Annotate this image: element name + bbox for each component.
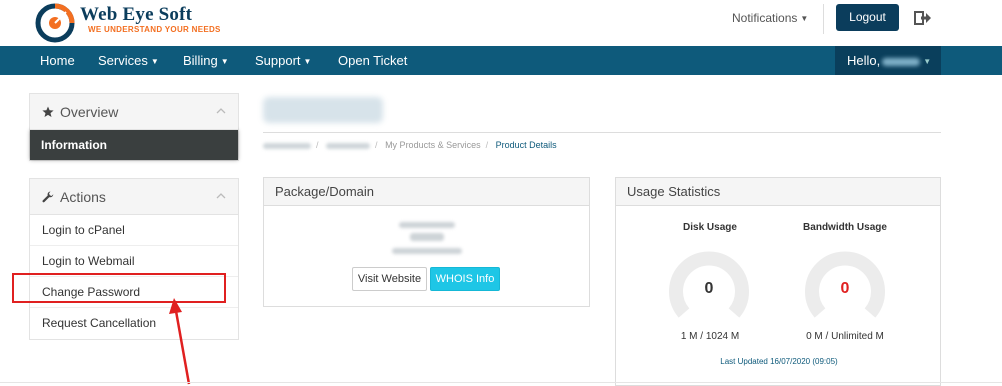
caret-down-icon: ▼ (923, 57, 932, 66)
notifications-label: Notifications (732, 11, 798, 25)
usage-statistics-box: Usage Statistics Disk Usage 0 1 M / 1024… (615, 177, 941, 386)
logout-button[interactable]: Logout (836, 4, 899, 31)
nav-support[interactable]: Support ▼ (255, 46, 311, 75)
overview-panel: Overview Information (29, 93, 239, 161)
breadcrumb-separator: / (375, 140, 378, 150)
chevron-up-icon[interactable] (216, 108, 226, 114)
whois-info-button[interactable]: WHOIS Info (430, 267, 500, 291)
title-divider (263, 132, 941, 133)
caret-down-icon: ▼ (800, 14, 809, 23)
sign-out-icon[interactable] (914, 9, 932, 27)
nav-open-ticket-label: Open Ticket (338, 53, 408, 68)
sidebar-item-login-cpanel[interactable]: Login to cPanel (30, 215, 238, 246)
caret-down-icon: ▼ (220, 57, 229, 66)
change-password-highlight-box (12, 273, 226, 303)
breadcrumb-my-products[interactable]: My Products & Services (385, 140, 481, 150)
visit-website-button[interactable]: Visit Website (352, 267, 427, 291)
redacted-package-name (399, 222, 455, 228)
sidebar-item-request-cancellation[interactable]: Request Cancellation (30, 308, 238, 339)
breadcrumb-separator: / (485, 140, 489, 150)
redacted-domain-title (263, 97, 383, 123)
nav-billing-label: Billing (183, 53, 218, 68)
package-domain-title: Package/Domain (264, 178, 589, 206)
actions-panel-header[interactable]: Actions (30, 179, 238, 215)
caret-down-icon: ▼ (303, 57, 312, 66)
redacted-domain-name (392, 248, 462, 254)
actions-title: Actions (60, 189, 106, 205)
disk-usage-value: 0 (704, 280, 714, 297)
brand-tagline: WE UNDERSTAND YOUR NEEDS (88, 25, 221, 34)
hello-label: Hello, (847, 53, 881, 68)
main-navbar: Home Services ▼ Billing ▼ Support ▼ Open Ti… (0, 46, 1002, 75)
bandwidth-usage-label: Bandwidth Usage (803, 222, 887, 233)
breadcrumb-redacted-item[interactable] (263, 142, 311, 149)
actions-panel: Actions Login to cPanel Login to Webmail… (29, 178, 239, 340)
package-domain-box: Package/Domain Visit Website WHOIS Info (263, 177, 590, 307)
nav-home-label: Home (40, 53, 75, 68)
last-updated-text: Last Updated 16/07/2020 (09:05) (720, 357, 838, 366)
bandwidth-usage-detail: 0 M / Unlimited M (806, 331, 884, 342)
breadcrumb: / / My Products & Services / Product Deta… (263, 140, 557, 150)
brand-name[interactable]: Web Eye Soft (80, 4, 192, 26)
caret-down-icon: ▼ (150, 57, 159, 66)
nav-home[interactable]: Home (40, 46, 75, 75)
disk-usage-label: Disk Usage (683, 222, 737, 233)
nav-services[interactable]: Services ▼ (98, 46, 159, 75)
redacted-plan-name (410, 233, 444, 241)
nav-services-label: Services (98, 53, 148, 68)
usage-statistics-title: Usage Statistics (616, 178, 940, 206)
header-divider (823, 4, 824, 34)
disk-usage-detail: 1 M / 1024 M (680, 331, 740, 342)
breadcrumb-redacted-item[interactable] (326, 142, 371, 149)
overview-title: Overview (60, 104, 119, 120)
redacted-username (882, 57, 921, 66)
logo-icon[interactable] (34, 2, 76, 44)
nav-open-ticket[interactable]: Open Ticket (338, 46, 407, 75)
top-header: Web Eye Soft WE UNDERSTAND YOUR NEEDS No… (0, 0, 1002, 46)
nav-billing[interactable]: Billing ▼ (183, 46, 229, 75)
breadcrumb-separator: / (316, 140, 319, 150)
star-icon (42, 106, 54, 117)
footer-divider (0, 382, 1002, 383)
page-title (263, 95, 383, 127)
sidebar-item-information[interactable]: Information (30, 130, 238, 160)
breadcrumb-product-details: Product Details (495, 140, 557, 150)
overview-panel-header[interactable]: Overview (30, 94, 238, 130)
notifications-dropdown[interactable]: Notifications ▼ (732, 11, 808, 25)
bandwidth-usage-value: 0 (840, 280, 850, 297)
chevron-up-icon[interactable] (216, 193, 226, 199)
nav-support-label: Support (255, 53, 301, 68)
user-menu[interactable]: Hello, ▼ (835, 46, 941, 75)
wrench-icon (42, 191, 54, 203)
